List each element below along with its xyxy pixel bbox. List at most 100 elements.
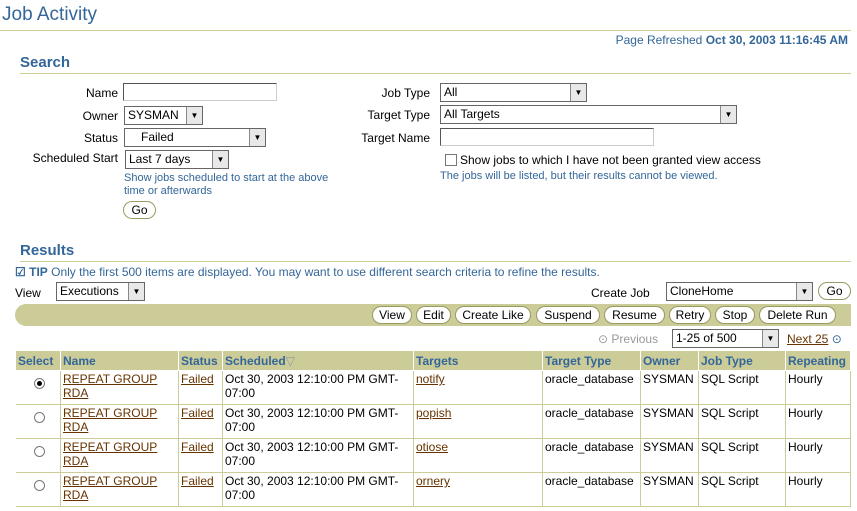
job-type-select[interactable]: All ▼ — [440, 83, 587, 102]
tip-label: TIP — [29, 265, 48, 279]
next-arrow-icon: ⊙ — [831, 332, 842, 346]
search-heading: Search — [20, 54, 71, 71]
owner-cell: SYSMAN — [640, 472, 699, 507]
show-jobs-label: Show jobs to which I have not been grant… — [460, 153, 761, 167]
col-owner[interactable]: Owner — [640, 350, 699, 371]
previous-link[interactable]: ⊙ Previous — [598, 332, 658, 346]
job-type-cell: SQL Script — [698, 370, 786, 405]
create-job-value: CloneHome — [670, 284, 734, 298]
previous-label: Previous — [611, 332, 659, 346]
owner-cell: SYSMAN — [640, 404, 699, 439]
col-scheduled-label: Scheduled — [225, 353, 286, 368]
status-select[interactable]: Failed ▼ — [124, 128, 266, 147]
name-cell: REPEAT GROUP RDA — [60, 404, 179, 439]
create-job-label: Create Job — [591, 286, 650, 300]
create-like-button[interactable]: Create Like — [455, 306, 531, 324]
col-name[interactable]: Name — [60, 350, 179, 371]
row-radio[interactable] — [33, 412, 45, 423]
target-type-value: All Targets — [444, 107, 500, 121]
view-label: View — [15, 286, 41, 300]
view-select[interactable]: Executions ▼ — [56, 282, 145, 301]
target-name-label: Target Name — [361, 131, 430, 145]
status-link[interactable]: Failed — [181, 474, 214, 488]
row-radio[interactable] — [33, 446, 45, 457]
delete-run-button[interactable]: Delete Run — [759, 306, 836, 324]
results-table: Select Name Status Scheduled▽ Targets Ta… — [15, 350, 851, 507]
row-radio[interactable] — [33, 378, 45, 389]
range-select[interactable]: 1-25 of 500 ▼ — [672, 329, 779, 348]
col-select: Select — [15, 350, 61, 371]
table-row: REPEAT GROUP RDA Failed Oct 30, 2003 12:… — [15, 370, 851, 405]
name-cell: REPEAT GROUP RDA — [60, 370, 179, 405]
owner-label: Owner — [82, 109, 118, 123]
scheduled-start-select[interactable]: Last 7 days ▼ — [125, 150, 229, 169]
col-status[interactable]: Status — [178, 350, 223, 371]
select-cell — [15, 404, 61, 439]
job-name-link[interactable]: REPEAT GROUP RDA — [63, 474, 157, 502]
edit-button[interactable]: Edit — [416, 306, 451, 324]
status-link[interactable]: Failed — [181, 440, 214, 454]
col-target-type[interactable]: Target Type — [542, 350, 641, 371]
job-name-link[interactable]: REPEAT GROUP RDA — [63, 406, 157, 434]
chevron-down-icon: ▼ — [212, 151, 228, 168]
repeating-cell: Hourly — [785, 370, 851, 405]
target-link[interactable]: notify — [416, 372, 445, 386]
chevron-down-icon: ▼ — [186, 107, 202, 124]
status-cell: Failed — [178, 438, 223, 473]
chevron-down-icon: ▼ — [720, 106, 736, 123]
job-type-cell: SQL Script — [698, 472, 786, 507]
select-cell — [15, 472, 61, 507]
repeating-cell: Hourly — [785, 472, 851, 507]
col-repeating[interactable]: Repeating — [785, 350, 851, 371]
status-label: Status — [83, 131, 118, 145]
name-input[interactable] — [123, 83, 277, 101]
col-scheduled[interactable]: Scheduled▽ — [222, 350, 414, 371]
status-cell: Failed — [178, 472, 223, 507]
job-name-link[interactable]: REPEAT GROUP RDA — [63, 372, 157, 400]
repeating-cell: Hourly — [785, 404, 851, 439]
chevron-down-icon: ▼ — [570, 84, 586, 101]
col-targets[interactable]: Targets — [413, 350, 543, 371]
name-cell: REPEAT GROUP RDA — [60, 472, 179, 507]
retry-button[interactable]: Retry — [669, 306, 711, 324]
view-button[interactable]: View — [372, 306, 412, 324]
show-jobs-hint: The jobs will be listed, but their resul… — [440, 170, 718, 182]
col-job-type[interactable]: Job Type — [698, 350, 786, 371]
next-link[interactable]: Next 25 ⊙ — [787, 332, 842, 346]
search-divider — [20, 73, 851, 74]
search-go-button[interactable]: Go — [123, 201, 156, 219]
results-divider — [20, 261, 851, 262]
status-link[interactable]: Failed — [181, 406, 214, 420]
scheduled-cell: Oct 30, 2003 12:10:00 PM GMT-07:00 — [222, 404, 414, 439]
show-jobs-checkbox[interactable] — [445, 154, 457, 166]
target-link[interactable]: popish — [416, 406, 451, 420]
tip-check-icon: ☑ — [15, 265, 26, 279]
scheduled-cell: Oct 30, 2003 12:10:00 PM GMT-07:00 — [222, 438, 414, 473]
target-type-label: Target Type — [367, 108, 430, 122]
scheduled-hint: Show jobs scheduled to start at the abov… — [124, 172, 329, 197]
suspend-button[interactable]: Suspend — [536, 306, 600, 324]
row-radio[interactable] — [33, 480, 45, 491]
results-heading: Results — [20, 242, 75, 259]
target-link[interactable]: ornery — [416, 474, 450, 488]
job-type-cell: SQL Script — [698, 438, 786, 473]
view-value: Executions — [60, 284, 119, 298]
table-row: REPEAT GROUP RDA Failed Oct 30, 2003 12:… — [15, 472, 851, 507]
job-name-link[interactable]: REPEAT GROUP RDA — [63, 440, 157, 468]
scheduled-start-label: Scheduled Start — [32, 151, 118, 165]
create-job-select[interactable]: CloneHome ▼ — [666, 282, 813, 301]
owner-select[interactable]: SYSMAN ▼ — [124, 106, 203, 125]
target-name-input[interactable] — [440, 128, 654, 146]
target-cell: popish — [413, 404, 543, 439]
job-type-value: All — [444, 85, 458, 99]
status-link[interactable]: Failed — [181, 372, 214, 386]
target-cell: ornery — [413, 472, 543, 507]
table-header-row: Select Name Status Scheduled▽ Targets Ta… — [15, 350, 851, 371]
resume-button[interactable]: Resume — [604, 306, 665, 324]
target-type-select[interactable]: All Targets ▼ — [440, 105, 737, 124]
stop-button[interactable]: Stop — [715, 306, 755, 324]
select-cell — [15, 370, 61, 405]
target-link[interactable]: otiose — [416, 440, 448, 454]
chevron-down-icon: ▼ — [796, 283, 812, 300]
create-job-go-button[interactable]: Go — [818, 282, 851, 300]
